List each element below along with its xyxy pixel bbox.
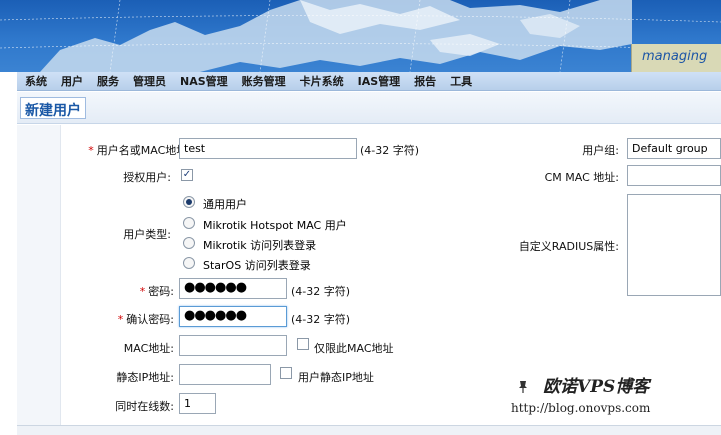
user-type-label: 用户类型: (123, 228, 171, 241)
main-menu: 系统 用户 服务 管理员 NAS管理 账务管理 卡片系统 IAS管理 报告 工具 (17, 72, 721, 91)
mac-label: MAC地址: (123, 342, 174, 355)
left-gutter (0, 72, 17, 435)
watermark-title: 欧诺VPS博客 (543, 377, 650, 397)
mac-only-checkbox[interactable] (297, 338, 309, 350)
simultaneous-input[interactable] (179, 393, 216, 414)
menu-system[interactable]: 系统 (17, 73, 54, 89)
mac-input[interactable] (179, 335, 287, 356)
confirm-password-label: * 确认密码: (117, 313, 174, 326)
side-panel (17, 125, 61, 435)
menu-billing[interactable]: 账务管理 (235, 73, 293, 89)
radius-attrs-textarea[interactable] (627, 194, 721, 296)
menu-ias[interactable]: IAS管理 (351, 73, 408, 89)
password-input[interactable]: ●●●●●● (179, 278, 287, 299)
horizontal-scrollbar[interactable] (17, 425, 721, 435)
menu-admins[interactable]: 管理员 (126, 73, 173, 89)
user-type-option-label: StarOS 访问列表登录 (203, 259, 311, 272)
header-banner: managing (0, 0, 721, 72)
menu-cards[interactable]: 卡片系统 (293, 73, 351, 89)
user-type-radio-mikrotik-acl[interactable] (183, 237, 195, 249)
user-type-option-label: Mikrotik 访问列表登录 (203, 239, 317, 252)
static-ip-input[interactable] (179, 364, 271, 385)
static-ip-checkbox[interactable] (280, 367, 292, 379)
mac-only-label: 仅限此MAC地址 (314, 342, 394, 355)
username-label: * 用户名或MAC地址: (88, 144, 191, 157)
user-type-option-label: Mikrotik Hotspot MAC 用户 (203, 219, 347, 232)
menu-reports[interactable]: 报告 (407, 73, 443, 89)
user-type-radio-hotspot-mac[interactable] (183, 217, 195, 229)
password-label: * 密码: (139, 285, 174, 298)
user-type-radio-generic[interactable] (183, 196, 195, 208)
page-title: 新建用户 (20, 97, 86, 119)
user-type-option-label: 通用用户 (203, 198, 247, 211)
title-row: 新建用户 (17, 92, 721, 124)
menu-nas[interactable]: NAS管理 (173, 73, 235, 89)
user-group-label: 用户组: (582, 144, 619, 157)
menu-tools[interactable]: 工具 (443, 73, 479, 89)
cm-mac-label: CM MAC 地址: (544, 171, 619, 184)
watermark: 欧诺VPS博客 http://blog.onovps.com (511, 372, 711, 415)
tagline: managing (631, 44, 721, 72)
simultaneous-label: 同时在线数: (115, 400, 174, 413)
authorized-checkbox[interactable]: ✓ (181, 169, 193, 181)
menu-users[interactable]: 用户 (54, 73, 90, 89)
confirm-password-hint: (4-32 字符) (291, 313, 351, 326)
user-type-radio-staros-acl[interactable] (183, 257, 195, 269)
username-input[interactable] (179, 138, 357, 159)
world-map-graphic (0, 0, 721, 72)
static-ip-label: 静态IP地址: (116, 371, 174, 384)
username-hint: (4-32 字符) (360, 144, 420, 157)
cm-mac-input[interactable] (627, 165, 721, 186)
radius-attrs-label: 自定义RADIUS属性: (518, 240, 619, 253)
authorized-label: 授权用户: (123, 171, 171, 184)
menu-services[interactable]: 服务 (90, 73, 126, 89)
watermark-url: http://blog.onovps.com (511, 401, 651, 415)
user-group-select[interactable]: Default group (627, 138, 721, 159)
password-hint: (4-32 字符) (291, 285, 351, 298)
static-ip-check-label: 用户静态IP地址 (298, 371, 374, 384)
confirm-password-input[interactable]: ●●●●●● (179, 306, 287, 327)
